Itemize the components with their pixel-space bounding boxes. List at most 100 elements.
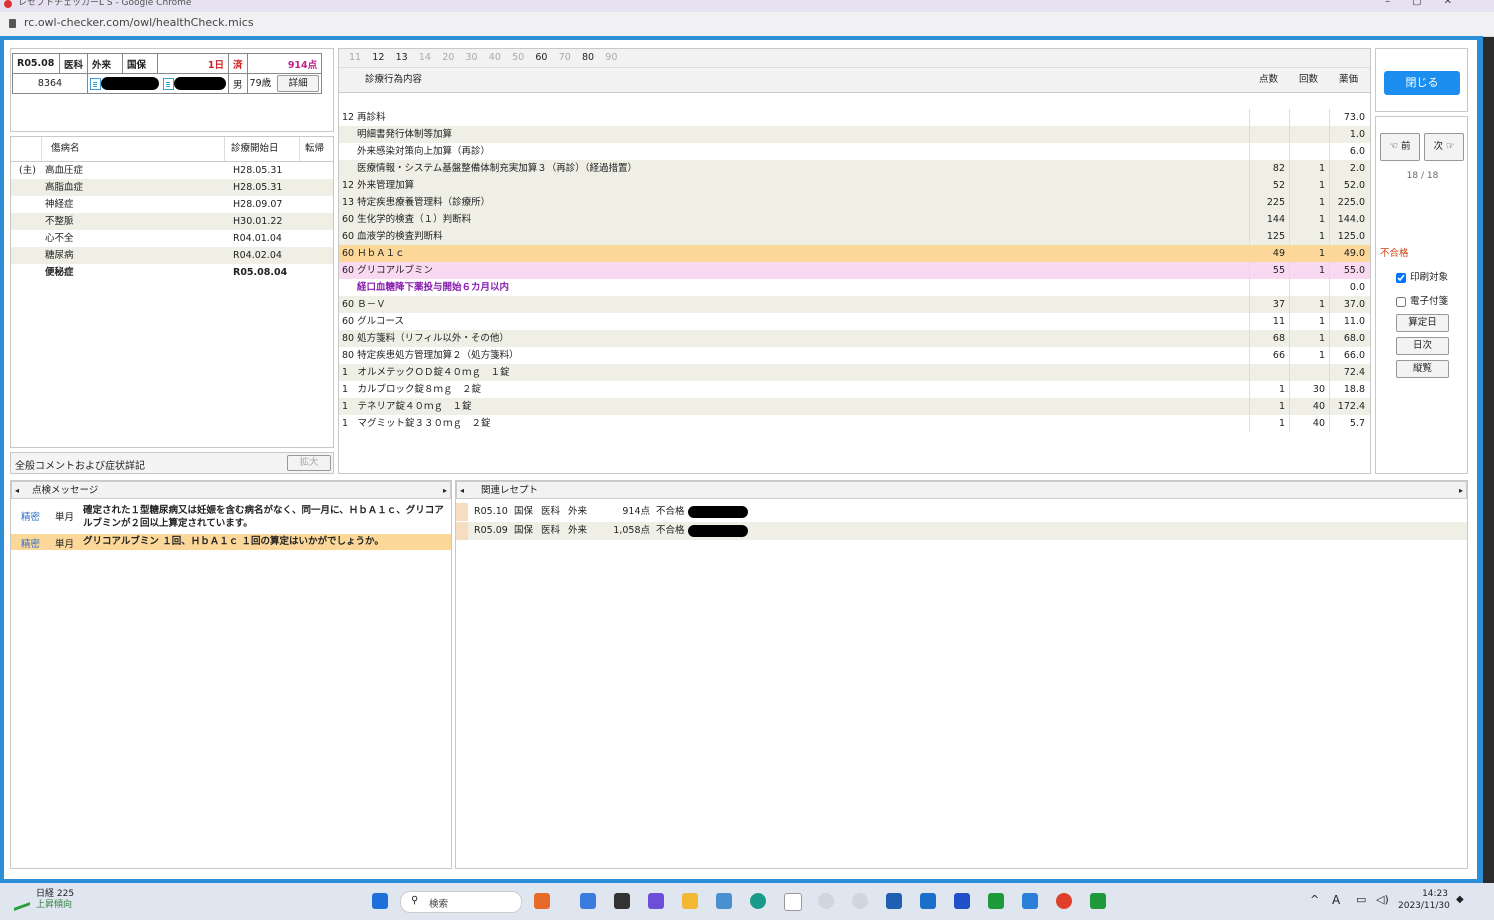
- service-row[interactable]: 経口血糖降下薬投与開始６カ月以内 0.0: [339, 279, 1370, 296]
- expand-button[interactable]: 拡大: [287, 455, 331, 471]
- service-row[interactable]: 80 特定疾患処方管理加算２（処方箋料） 66 1 66.0: [339, 347, 1370, 364]
- service-row[interactable]: 医療情報・システム基盤整備体制充実加算３（再診）（経過措置） 82 1 2.0: [339, 160, 1370, 177]
- start-icon[interactable]: [372, 893, 388, 909]
- notification-bell-icon[interactable]: ◆: [1456, 894, 1464, 905]
- category-tab[interactable]: 11: [349, 49, 361, 67]
- collapse-right-icon[interactable]: ▸: [1459, 482, 1463, 500]
- remote-app-icon[interactable]: [988, 893, 1004, 909]
- ime-indicator[interactable]: A: [1332, 893, 1340, 907]
- service-row[interactable]: 60 血液学的検査判断料 125 1 125.0: [339, 228, 1370, 245]
- notepad-icon[interactable]: [1022, 893, 1038, 909]
- stock-widget[interactable]: 日経 225 上昇傾向: [36, 889, 74, 911]
- store-icon[interactable]: [886, 893, 902, 909]
- service-row[interactable]: 60 ＨｂＡ１ｃ 49 1 49.0: [339, 245, 1370, 262]
- print-target-option[interactable]: 印刷対象: [1396, 269, 1448, 283]
- key-icon[interactable]: [818, 893, 834, 909]
- service-row[interactable]: 60 グルコース 11 1 11.0: [339, 313, 1370, 330]
- service-row[interactable]: 外来感染対策向上加算（再診） 6.0: [339, 143, 1370, 160]
- service-row[interactable]: 1 テネリア錠４０ｍｇ １錠 1 40 172.4: [339, 398, 1370, 415]
- column-divider: [1329, 194, 1330, 211]
- collapse-right-icon[interactable]: ▸: [443, 482, 447, 500]
- service-row[interactable]: 80 処方箋料（リフィル以外・その他） 68 1 68.0: [339, 330, 1370, 347]
- service-row[interactable]: 12 外来管理加算 52 1 52.0: [339, 177, 1370, 194]
- category-tab[interactable]: 14: [419, 49, 431, 67]
- edge-icon[interactable]: [750, 893, 766, 909]
- vertical-view-button[interactable]: 縦覧: [1396, 360, 1449, 378]
- service-row[interactable]: 1 オルメテックＯＤ錠４０ｍｇ １錠 72.4: [339, 364, 1370, 381]
- category-tab[interactable]: 20: [442, 49, 454, 67]
- prev-button[interactable]: ☜ 前: [1380, 133, 1420, 161]
- category-tab[interactable]: 13: [396, 49, 408, 67]
- esign-option[interactable]: 電子付箋: [1396, 293, 1448, 307]
- column-divider: [1289, 296, 1290, 313]
- disease-row[interactable]: 不整脈 H30.01.22: [11, 213, 333, 230]
- daily-button[interactable]: 日次: [1396, 337, 1449, 355]
- task-view-icon[interactable]: [614, 893, 630, 909]
- service-row[interactable]: 1 マグミット錠３３０ｍｇ ２錠 1 40 5.7: [339, 415, 1370, 432]
- service-row[interactable]: 60 グリコアルブミン 55 1 55.0: [339, 262, 1370, 279]
- service-count: 1: [1318, 197, 1325, 208]
- document-icon[interactable]: [90, 77, 102, 90]
- category-tab[interactable]: 90: [605, 49, 617, 67]
- side-panel-top: 閉じる: [1375, 48, 1468, 112]
- chrome-icon[interactable]: [1056, 893, 1072, 909]
- disease-row[interactable]: (主) 高血圧症 H28.05.31: [11, 162, 333, 179]
- category-tab[interactable]: 40: [489, 49, 501, 67]
- service-row[interactable]: 60 生化学的検査（１）判断料 144 1 144.0: [339, 211, 1370, 228]
- app-icon-clock[interactable]: [534, 893, 550, 909]
- category-tab[interactable]: 80: [582, 49, 594, 67]
- collapse-left-icon[interactable]: ◂: [15, 482, 19, 500]
- service-row[interactable]: 60 Ｂ－Ｖ 37 1 37.0: [339, 296, 1370, 313]
- service-row[interactable]: 明細書発行体制等加算 1.0: [339, 126, 1370, 143]
- url-text[interactable]: rc.owl-checker.com/owl/healthCheck.mics: [24, 16, 254, 29]
- chevron-up-icon[interactable]: ^: [1310, 893, 1319, 906]
- message-row[interactable]: 精密 単月 確定された１型糖尿病又は妊娠を含む病名がなく、同一月に、ＨｂＡ１ｃ、グリ…: [11, 503, 451, 531]
- calc-date-button[interactable]: 算定日: [1396, 314, 1449, 332]
- category-tab[interactable]: 60: [535, 49, 547, 67]
- search-box[interactable]: ⚲ 検索: [400, 891, 522, 913]
- category-tab[interactable]: 12: [372, 49, 384, 67]
- photos-icon[interactable]: [716, 893, 732, 909]
- column-divider: [1329, 262, 1330, 279]
- service-row[interactable]: 13 特定疾患療養管理料（診療所） 225 1 225.0: [339, 194, 1370, 211]
- related-row[interactable]: R05.09 国保 医科 外来 1,058点 不合格: [456, 522, 1467, 540]
- app-icon-copilot[interactable]: [580, 893, 596, 909]
- speaker-icon[interactable]: ◁): [1376, 893, 1389, 906]
- collapse-left-icon[interactable]: ◂: [460, 482, 464, 500]
- document-icon[interactable]: [163, 77, 175, 90]
- messages-title: 点検メッセージ: [32, 485, 99, 496]
- disease-row[interactable]: 糖尿病 R04.02.04: [11, 247, 333, 264]
- address-bar[interactable]: rc.owl-checker.com/owl/healthCheck.mics: [0, 12, 1494, 37]
- document-icon[interactable]: [784, 893, 802, 911]
- mail-icon[interactable]: [920, 893, 936, 909]
- category-tab[interactable]: 50: [512, 49, 524, 67]
- key-icon[interactable]: [852, 893, 868, 909]
- category-tab[interactable]: 30: [466, 49, 478, 67]
- network-icon[interactable]: ▭: [1356, 893, 1366, 906]
- message-row[interactable]: 精密 単月 グリコアルブミン １回、ＨｂＡ１ｃ １回の算定はいかがでしょうか。: [11, 534, 451, 550]
- window-controls[interactable]: –▢✕: [1385, 0, 1474, 7]
- related-row[interactable]: R05.10 国保 医科 外来 914点 不合格: [456, 503, 1467, 521]
- disease-row[interactable]: 便秘症 R05.08.04: [11, 264, 333, 281]
- next-button[interactable]: 次 ☞: [1424, 133, 1464, 161]
- service-row[interactable]: 1 カルブロック錠８ｍｇ ２錠 1 30 18.8: [339, 381, 1370, 398]
- taskbar: 日経 225 上昇傾向 ⚲ 検索 ^ A ▭ ◁) 14:23 2023/11/…: [0, 883, 1494, 920]
- print-target-checkbox[interactable]: [1396, 272, 1406, 283]
- esign-label: 電子付箋: [1410, 296, 1449, 307]
- security-icon[interactable]: [954, 893, 970, 909]
- service-row[interactable]: 12 再診料 73.0: [339, 109, 1370, 126]
- remote-app-icon[interactable]: [1090, 893, 1106, 909]
- service-price: 225.0: [1337, 197, 1365, 208]
- close-button[interactable]: 閉じる: [1384, 71, 1460, 95]
- clock[interactable]: 14:23 2023/11/30: [1398, 888, 1450, 912]
- category-tab[interactable]: 70: [559, 49, 571, 67]
- detail-button[interactable]: 詳細: [277, 75, 320, 92]
- disease-row[interactable]: 高脂血症 H28.05.31: [11, 179, 333, 196]
- patient-days: 1日: [157, 53, 230, 74]
- disease-row[interactable]: 神経症 H28.09.07: [11, 196, 333, 213]
- folder-icon[interactable]: [682, 893, 698, 909]
- chat-icon[interactable]: [648, 893, 664, 909]
- redacted-name: [174, 77, 227, 90]
- esign-checkbox[interactable]: [1396, 296, 1406, 307]
- disease-row[interactable]: 心不全 R04.01.04: [11, 230, 333, 247]
